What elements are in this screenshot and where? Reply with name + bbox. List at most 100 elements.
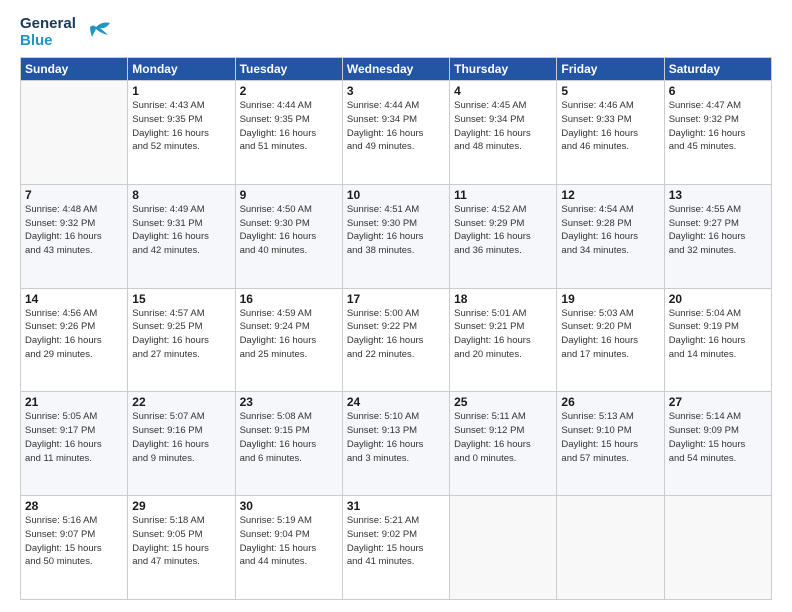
calendar-week-2: 7Sunrise: 4:48 AM Sunset: 9:32 PM Daylig… [21,184,772,288]
day-info: Sunrise: 4:46 AM Sunset: 9:33 PM Dayligh… [561,99,659,154]
calendar-cell: 11Sunrise: 4:52 AM Sunset: 9:29 PM Dayli… [450,184,557,288]
calendar-table: SundayMondayTuesdayWednesdayThursdayFrid… [20,57,772,600]
day-info: Sunrise: 4:49 AM Sunset: 9:31 PM Dayligh… [132,203,230,258]
day-info: Sunrise: 5:10 AM Sunset: 9:13 PM Dayligh… [347,410,445,465]
day-number: 14 [25,292,123,306]
day-number: 9 [240,188,338,202]
day-info: Sunrise: 4:52 AM Sunset: 9:29 PM Dayligh… [454,203,552,258]
day-info: Sunrise: 5:11 AM Sunset: 9:12 PM Dayligh… [454,410,552,465]
day-number: 1 [132,84,230,98]
day-info: Sunrise: 4:44 AM Sunset: 9:34 PM Dayligh… [347,99,445,154]
calendar-cell: 16Sunrise: 4:59 AM Sunset: 9:24 PM Dayli… [235,288,342,392]
calendar-cell: 12Sunrise: 4:54 AM Sunset: 9:28 PM Dayli… [557,184,664,288]
day-info: Sunrise: 4:47 AM Sunset: 9:32 PM Dayligh… [669,99,767,154]
calendar-cell: 9Sunrise: 4:50 AM Sunset: 9:30 PM Daylig… [235,184,342,288]
day-number: 28 [25,499,123,513]
calendar-week-3: 14Sunrise: 4:56 AM Sunset: 9:26 PM Dayli… [21,288,772,392]
calendar-cell: 17Sunrise: 5:00 AM Sunset: 9:22 PM Dayli… [342,288,449,392]
page: General Blue SundayMondayTuesdayWednesda… [0,0,792,612]
day-number: 24 [347,395,445,409]
calendar-cell [21,81,128,185]
calendar-cell: 31Sunrise: 5:21 AM Sunset: 9:02 PM Dayli… [342,496,449,600]
day-info: Sunrise: 5:04 AM Sunset: 9:19 PM Dayligh… [669,307,767,362]
day-number: 29 [132,499,230,513]
day-info: Sunrise: 5:14 AM Sunset: 9:09 PM Dayligh… [669,410,767,465]
weekday-header-row: SundayMondayTuesdayWednesdayThursdayFrid… [21,58,772,81]
calendar-cell: 3Sunrise: 4:44 AM Sunset: 9:34 PM Daylig… [342,81,449,185]
day-number: 10 [347,188,445,202]
day-info: Sunrise: 4:59 AM Sunset: 9:24 PM Dayligh… [240,307,338,362]
day-info: Sunrise: 4:55 AM Sunset: 9:27 PM Dayligh… [669,203,767,258]
calendar-cell: 30Sunrise: 5:19 AM Sunset: 9:04 PM Dayli… [235,496,342,600]
weekday-wednesday: Wednesday [342,58,449,81]
day-number: 17 [347,292,445,306]
logo-general: General [20,16,76,33]
calendar-cell: 10Sunrise: 4:51 AM Sunset: 9:30 PM Dayli… [342,184,449,288]
calendar-cell: 13Sunrise: 4:55 AM Sunset: 9:27 PM Dayli… [664,184,771,288]
day-info: Sunrise: 5:05 AM Sunset: 9:17 PM Dayligh… [25,410,123,465]
weekday-thursday: Thursday [450,58,557,81]
day-info: Sunrise: 4:45 AM Sunset: 9:34 PM Dayligh… [454,99,552,154]
weekday-monday: Monday [128,58,235,81]
day-number: 2 [240,84,338,98]
calendar-week-5: 28Sunrise: 5:16 AM Sunset: 9:07 PM Dayli… [21,496,772,600]
calendar-cell: 28Sunrise: 5:16 AM Sunset: 9:07 PM Dayli… [21,496,128,600]
day-number: 22 [132,395,230,409]
day-info: Sunrise: 5:00 AM Sunset: 9:22 PM Dayligh… [347,307,445,362]
header: General Blue [20,16,772,49]
calendar-cell: 23Sunrise: 5:08 AM Sunset: 9:15 PM Dayli… [235,392,342,496]
day-info: Sunrise: 4:44 AM Sunset: 9:35 PM Dayligh… [240,99,338,154]
day-number: 12 [561,188,659,202]
calendar-cell: 1Sunrise: 4:43 AM Sunset: 9:35 PM Daylig… [128,81,235,185]
calendar-cell: 15Sunrise: 4:57 AM Sunset: 9:25 PM Dayli… [128,288,235,392]
day-info: Sunrise: 4:51 AM Sunset: 9:30 PM Dayligh… [347,203,445,258]
weekday-friday: Friday [557,58,664,81]
day-info: Sunrise: 4:56 AM Sunset: 9:26 PM Dayligh… [25,307,123,362]
day-info: Sunrise: 4:48 AM Sunset: 9:32 PM Dayligh… [25,203,123,258]
day-info: Sunrise: 5:13 AM Sunset: 9:10 PM Dayligh… [561,410,659,465]
weekday-tuesday: Tuesday [235,58,342,81]
calendar-cell: 22Sunrise: 5:07 AM Sunset: 9:16 PM Dayli… [128,392,235,496]
day-info: Sunrise: 4:57 AM Sunset: 9:25 PM Dayligh… [132,307,230,362]
day-info: Sunrise: 5:07 AM Sunset: 9:16 PM Dayligh… [132,410,230,465]
logo-blue: Blue [20,33,76,50]
calendar-cell: 29Sunrise: 5:18 AM Sunset: 9:05 PM Dayli… [128,496,235,600]
day-number: 6 [669,84,767,98]
day-info: Sunrise: 4:54 AM Sunset: 9:28 PM Dayligh… [561,203,659,258]
day-info: Sunrise: 4:43 AM Sunset: 9:35 PM Dayligh… [132,99,230,154]
calendar-cell: 7Sunrise: 4:48 AM Sunset: 9:32 PM Daylig… [21,184,128,288]
calendar-cell: 21Sunrise: 5:05 AM Sunset: 9:17 PM Dayli… [21,392,128,496]
day-info: Sunrise: 4:50 AM Sunset: 9:30 PM Dayligh… [240,203,338,258]
day-info: Sunrise: 5:01 AM Sunset: 9:21 PM Dayligh… [454,307,552,362]
calendar-cell: 26Sunrise: 5:13 AM Sunset: 9:10 PM Dayli… [557,392,664,496]
day-info: Sunrise: 5:08 AM Sunset: 9:15 PM Dayligh… [240,410,338,465]
day-number: 31 [347,499,445,513]
day-number: 18 [454,292,552,306]
logo: General Blue [20,16,112,49]
calendar-cell: 27Sunrise: 5:14 AM Sunset: 9:09 PM Dayli… [664,392,771,496]
day-info: Sunrise: 5:21 AM Sunset: 9:02 PM Dayligh… [347,514,445,569]
day-number: 25 [454,395,552,409]
day-number: 20 [669,292,767,306]
day-number: 19 [561,292,659,306]
calendar-cell: 4Sunrise: 4:45 AM Sunset: 9:34 PM Daylig… [450,81,557,185]
calendar-cell [450,496,557,600]
day-number: 11 [454,188,552,202]
day-info: Sunrise: 5:19 AM Sunset: 9:04 PM Dayligh… [240,514,338,569]
calendar-cell: 14Sunrise: 4:56 AM Sunset: 9:26 PM Dayli… [21,288,128,392]
calendar-week-4: 21Sunrise: 5:05 AM Sunset: 9:17 PM Dayli… [21,392,772,496]
day-info: Sunrise: 5:03 AM Sunset: 9:20 PM Dayligh… [561,307,659,362]
day-number: 27 [669,395,767,409]
logo-bird-icon [80,19,112,47]
day-number: 23 [240,395,338,409]
calendar-cell: 2Sunrise: 4:44 AM Sunset: 9:35 PM Daylig… [235,81,342,185]
calendar-cell: 19Sunrise: 5:03 AM Sunset: 9:20 PM Dayli… [557,288,664,392]
calendar-cell: 20Sunrise: 5:04 AM Sunset: 9:19 PM Dayli… [664,288,771,392]
calendar-cell: 24Sunrise: 5:10 AM Sunset: 9:13 PM Dayli… [342,392,449,496]
calendar-cell: 6Sunrise: 4:47 AM Sunset: 9:32 PM Daylig… [664,81,771,185]
calendar-cell [557,496,664,600]
calendar-cell: 8Sunrise: 4:49 AM Sunset: 9:31 PM Daylig… [128,184,235,288]
day-number: 7 [25,188,123,202]
day-number: 13 [669,188,767,202]
calendar-cell: 25Sunrise: 5:11 AM Sunset: 9:12 PM Dayli… [450,392,557,496]
